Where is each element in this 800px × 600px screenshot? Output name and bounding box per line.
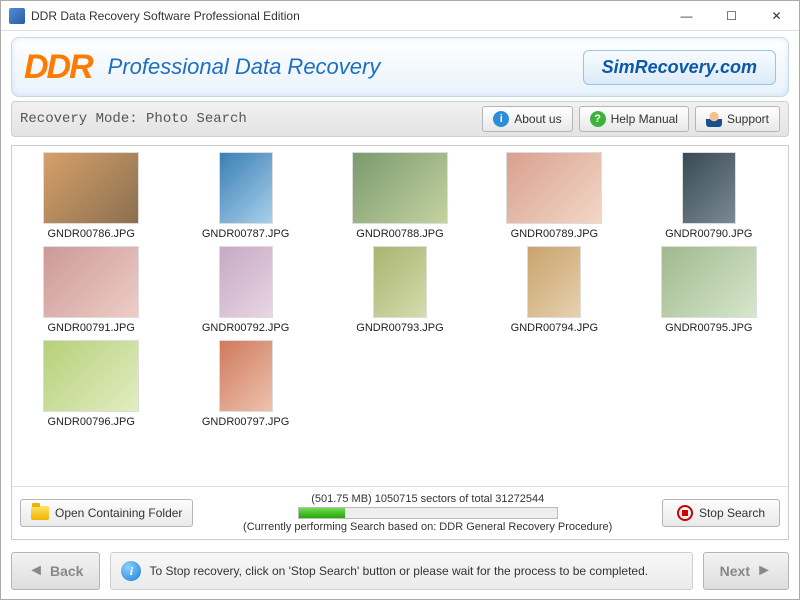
- minimize-button[interactable]: —: [664, 1, 709, 30]
- chevron-right-icon: ►: [756, 563, 772, 579]
- thumbnail-image: [682, 152, 736, 224]
- thumbnail-item[interactable]: GNDR00787.JPG: [170, 152, 320, 240]
- thumbnail-filename: GNDR00792.JPG: [202, 322, 289, 334]
- help-icon: ?: [590, 111, 606, 127]
- thumbnail-item[interactable]: GNDR00788.JPG: [325, 152, 475, 240]
- info-text: To Stop recovery, click on 'Stop Search'…: [149, 564, 648, 578]
- stop-label: Stop Search: [699, 506, 765, 520]
- thumbnail-filename: GNDR00793.JPG: [356, 322, 443, 334]
- ddr-logo: DDR: [24, 48, 92, 87]
- window-controls: — ☐ ✕: [664, 1, 799, 30]
- info-icon: i: [493, 111, 509, 127]
- thumbnail-image: [219, 340, 273, 412]
- maximize-button[interactable]: ☐: [709, 1, 754, 30]
- person-icon: [706, 111, 722, 127]
- thumbnail-image: [219, 246, 273, 318]
- support-button[interactable]: Support: [695, 106, 780, 132]
- open-folder-button[interactable]: Open Containing Folder: [20, 499, 193, 527]
- thumbnail-image: [373, 246, 427, 318]
- thumbnail-item[interactable]: GNDR00792.JPG: [170, 246, 320, 334]
- results-scroll[interactable]: GNDR00786.JPG GNDR00787.JPG GNDR00788.JPG G…: [12, 146, 788, 486]
- thumbnail-image: [527, 246, 581, 318]
- thumbnail-item[interactable]: GNDR00791.JPG: [16, 246, 166, 334]
- back-label: Back: [50, 563, 83, 579]
- next-button[interactable]: Next ►: [703, 552, 789, 590]
- thumbnail-item[interactable]: GNDR00786.JPG: [16, 152, 166, 240]
- thumbnail-item[interactable]: GNDR00796.JPG: [16, 340, 166, 428]
- thumbnail-image: [352, 152, 448, 224]
- banner: DDR Professional Data Recovery SimRecove…: [11, 37, 789, 97]
- thumbnail-image: [661, 246, 757, 318]
- help-button[interactable]: ? Help Manual: [579, 106, 689, 132]
- progress-row: Open Containing Folder (501.75 MB) 10507…: [12, 486, 788, 539]
- thumbnail-filename: GNDR00790.JPG: [665, 228, 752, 240]
- thumbnail-filename: GNDR00789.JPG: [511, 228, 598, 240]
- support-label: Support: [727, 112, 769, 126]
- about-label: About us: [514, 112, 561, 126]
- chevron-left-icon: ◄: [28, 563, 44, 579]
- close-button[interactable]: ✕: [754, 1, 799, 30]
- thumbnail-image: [219, 152, 273, 224]
- progress-note: (Currently performing Search based on: D…: [243, 521, 612, 533]
- thumbnail-image: [43, 152, 139, 224]
- thumbnail-filename: GNDR00794.JPG: [511, 322, 598, 334]
- stop-search-button[interactable]: Stop Search: [662, 499, 780, 527]
- thumbnail-filename: GNDR00796.JPG: [47, 416, 134, 428]
- progress-status: (501.75 MB) 1050715 sectors of total 312…: [311, 493, 544, 505]
- thumbnail-item[interactable]: GNDR00794.JPG: [479, 246, 629, 334]
- thumbnail-image: [43, 340, 139, 412]
- thumbnail-item[interactable]: GNDR00790.JPG: [634, 152, 784, 240]
- open-folder-label: Open Containing Folder: [55, 506, 182, 520]
- thumbnail-image: [43, 246, 139, 318]
- info-bar: i To Stop recovery, click on 'Stop Searc…: [110, 552, 692, 590]
- recovery-mode-label: Recovery Mode: Photo Search: [20, 111, 476, 127]
- thumbnail-item[interactable]: GNDR00789.JPG: [479, 152, 629, 240]
- thumbnail-filename: GNDR00787.JPG: [202, 228, 289, 240]
- thumbnail-item[interactable]: GNDR00793.JPG: [325, 246, 475, 334]
- thumbnail-filename: GNDR00797.JPG: [202, 416, 289, 428]
- info-icon: i: [121, 561, 141, 581]
- progress-center: (501.75 MB) 1050715 sectors of total 312…: [203, 493, 652, 533]
- thumbnail-filename: GNDR00788.JPG: [356, 228, 443, 240]
- banner-title: Professional Data Recovery: [108, 54, 583, 80]
- footer: ◄ Back i To Stop recovery, click on 'Sto…: [1, 544, 799, 598]
- toolbar: Recovery Mode: Photo Search i About us ?…: [11, 101, 789, 137]
- thumbnail-item[interactable]: GNDR00797.JPG: [170, 340, 320, 428]
- thumbnail-grid: GNDR00786.JPG GNDR00787.JPG GNDR00788.JPG G…: [16, 152, 784, 428]
- window-title: DDR Data Recovery Software Professional …: [31, 9, 664, 23]
- thumbnail-item[interactable]: GNDR00795.JPG: [634, 246, 784, 334]
- stop-icon: [677, 505, 693, 521]
- about-button[interactable]: i About us: [482, 106, 572, 132]
- next-label: Next: [720, 563, 750, 579]
- help-label: Help Manual: [611, 112, 678, 126]
- progress-fill: [299, 508, 345, 518]
- progress-bar: [298, 507, 558, 519]
- thumbnail-filename: GNDR00795.JPG: [665, 322, 752, 334]
- thumbnail-image: [506, 152, 602, 224]
- brand-link[interactable]: SimRecovery.com: [583, 50, 776, 85]
- thumbnail-filename: GNDR00791.JPG: [47, 322, 134, 334]
- thumbnail-filename: GNDR00786.JPG: [47, 228, 134, 240]
- app-icon: [9, 8, 25, 24]
- titlebar: DDR Data Recovery Software Professional …: [1, 1, 799, 31]
- back-button[interactable]: ◄ Back: [11, 552, 100, 590]
- folder-icon: [31, 506, 49, 520]
- results-frame: GNDR00786.JPG GNDR00787.JPG GNDR00788.JPG G…: [11, 145, 789, 540]
